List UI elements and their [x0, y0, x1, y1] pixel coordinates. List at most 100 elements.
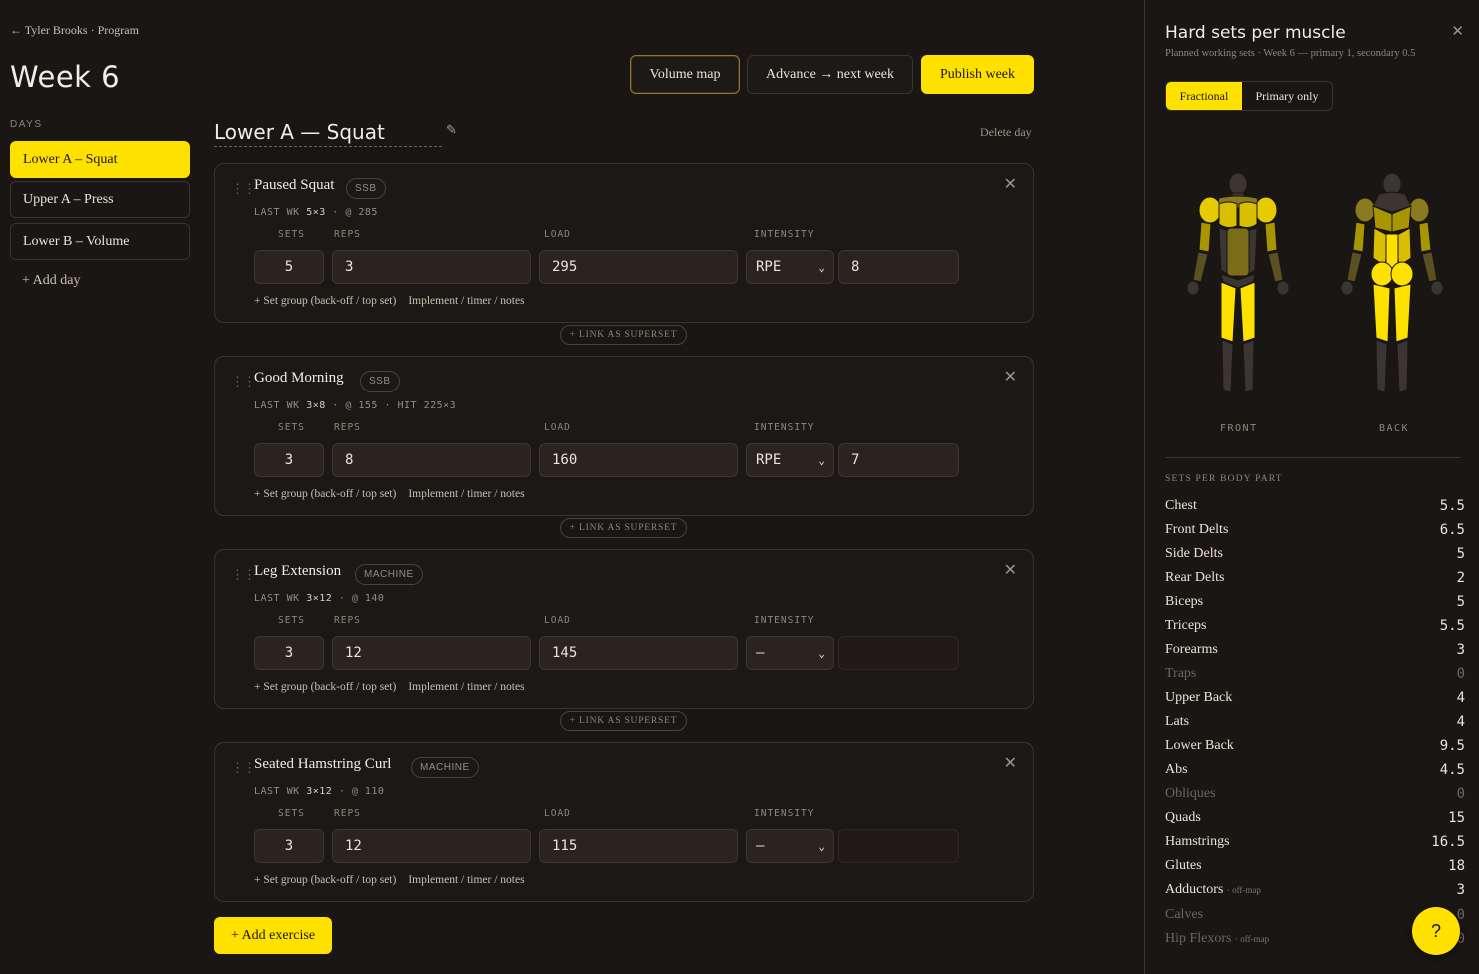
pencil-icon[interactable]: ✎: [446, 122, 457, 138]
intensity-label: INTENSITY: [754, 808, 815, 819]
body-part-name: Rear Delts: [1165, 570, 1225, 585]
day-title-input[interactable]: Lower A — Squat: [214, 120, 442, 147]
exercise-name[interactable]: Good Morning: [254, 370, 344, 387]
intensity-type-value: RPE: [756, 259, 782, 275]
intensity-type-select[interactable]: – ⌄: [746, 829, 834, 863]
reps-input[interactable]: 8: [332, 443, 531, 477]
body-part-name: Upper Back: [1165, 690, 1233, 705]
off-map-note: · off-map: [1226, 885, 1261, 895]
set-group-link[interactable]: + Set group (back-off / top set): [254, 681, 396, 693]
intensity-type-value: RPE: [756, 452, 782, 468]
day-item-lower-b[interactable]: Lower B – Volume: [10, 223, 190, 260]
sets-input[interactable]: 3: [254, 829, 324, 863]
breadcrumb[interactable]: ← Tyler Brooks · Program: [10, 23, 139, 38]
exercise-name[interactable]: Paused Squat: [254, 177, 334, 194]
intensity-type-select[interactable]: RPE ⌄: [746, 443, 834, 477]
body-part-value: 0: [1456, 786, 1465, 802]
link-superset-button[interactable]: + LINK AS SUPERSET: [560, 325, 687, 345]
sets-label: SETS: [278, 422, 305, 433]
exercise-tag: SSB: [360, 371, 400, 392]
primary-only-toggle[interactable]: Primary only: [1242, 82, 1332, 110]
intensity-label: INTENSITY: [754, 229, 815, 240]
close-icon[interactable]: ✕: [1004, 174, 1017, 193]
body-part-name: Chest: [1165, 498, 1197, 513]
drag-handle-icon[interactable]: ⋮⋮: [231, 761, 256, 774]
implement-link[interactable]: Implement / timer / notes: [408, 295, 524, 307]
fractional-toggle[interactable]: Fractional: [1166, 82, 1242, 110]
volume-map-button[interactable]: Volume map: [630, 55, 740, 94]
load-input[interactable]: 295: [539, 250, 738, 284]
close-icon[interactable]: ✕: [1004, 560, 1017, 579]
last-week-summary: LAST WK 3×8 · @ 155 · HIT 225×3: [254, 400, 457, 411]
body-part-name: Hamstrings: [1165, 834, 1230, 849]
sets-label: SETS: [278, 229, 305, 240]
delete-day-button[interactable]: Delete day: [980, 125, 1032, 140]
intensity-type-select[interactable]: – ⌄: [746, 636, 834, 670]
reps-label: REPS: [334, 229, 361, 240]
body-part-value: 3: [1456, 882, 1465, 898]
body-part-row: Biceps 5: [1165, 590, 1465, 614]
intensity-value-input[interactable]: 8: [838, 250, 959, 284]
intensity-value-input[interactable]: [838, 829, 959, 863]
intensity-value-input[interactable]: 7: [838, 443, 959, 477]
exercise-tag: MACHINE: [355, 564, 423, 585]
intensity-type-select[interactable]: RPE ⌄: [746, 250, 834, 284]
load-input[interactable]: 160: [539, 443, 738, 477]
implement-link[interactable]: Implement / timer / notes: [408, 488, 524, 500]
close-icon[interactable]: ✕: [1004, 367, 1017, 386]
add-exercise-button[interactable]: + Add exercise: [214, 917, 332, 954]
body-part-value: 16.5: [1431, 834, 1465, 850]
day-item-upper-a[interactable]: Upper A – Press: [10, 181, 190, 218]
publish-week-button[interactable]: Publish week: [921, 55, 1034, 94]
reps-input[interactable]: 3: [332, 250, 531, 284]
load-input[interactable]: 145: [539, 636, 738, 670]
body-front-figure: [1186, 172, 1290, 393]
load-label: LOAD: [544, 808, 571, 819]
help-button[interactable]: ?: [1412, 907, 1460, 955]
exercise-name[interactable]: Seated Hamstring Curl: [254, 756, 391, 773]
body-part-row: Lats 4: [1165, 710, 1465, 734]
body-part-name: Glutes: [1165, 858, 1202, 873]
drag-handle-icon[interactable]: ⋮⋮: [231, 375, 256, 388]
card-links: + Set group (back-off / top set) Implemen…: [254, 488, 525, 500]
body-part-name: Biceps: [1165, 594, 1204, 609]
reps-input[interactable]: 12: [332, 829, 531, 863]
load-label: LOAD: [544, 615, 571, 626]
sets-input[interactable]: 3: [254, 636, 324, 670]
set-group-link[interactable]: + Set group (back-off / top set): [254, 488, 396, 500]
close-icon[interactable]: ✕: [1004, 753, 1017, 772]
load-input[interactable]: 115: [539, 829, 738, 863]
body-part-name-group: Hip Flexors · off-map: [1165, 931, 1269, 947]
body-part-row: Hamstrings 16.5: [1165, 830, 1465, 854]
intensity-value-input[interactable]: [838, 636, 959, 670]
chevron-down-icon: ⌄: [818, 646, 825, 660]
reps-label: REPS: [334, 808, 361, 819]
body-part-name: Traps: [1165, 666, 1197, 681]
chevron-down-icon: ⌄: [818, 839, 825, 853]
reps-input[interactable]: 12: [332, 636, 531, 670]
body-part-row: Traps 0: [1165, 662, 1465, 686]
set-group-link[interactable]: + Set group (back-off / top set): [254, 295, 396, 307]
sets-input[interactable]: 3: [254, 443, 324, 477]
body-part-name: Triceps: [1165, 618, 1207, 633]
drag-handle-icon[interactable]: ⋮⋮: [231, 568, 256, 581]
sets-input[interactable]: 5: [254, 250, 324, 284]
set-group-link[interactable]: + Set group (back-off / top set): [254, 874, 396, 886]
day-item-lower-a[interactable]: Lower A – Squat: [10, 141, 190, 178]
advance-week-button[interactable]: Advance → next week: [747, 55, 913, 94]
body-part-name: Obliques: [1165, 786, 1216, 801]
close-icon[interactable]: ✕: [1451, 22, 1464, 40]
exercise-name[interactable]: Leg Extension: [254, 563, 341, 580]
add-day-button[interactable]: + Add day: [22, 273, 80, 289]
link-superset-button[interactable]: + LINK AS SUPERSET: [560, 711, 687, 731]
body-part-row: Rear Delts 2: [1165, 566, 1465, 590]
implement-link[interactable]: Implement / timer / notes: [408, 681, 524, 693]
exercise-card: ⋮⋮ Seated Hamstring Curl MACHINE ✕ LAST …: [214, 742, 1034, 902]
body-part-value: 5: [1456, 546, 1465, 562]
body-part-name: Hip Flexors: [1165, 931, 1232, 946]
panel-subtitle: Planned working sets · Week 6 — primary …: [1165, 48, 1416, 59]
link-superset-button[interactable]: + LINK AS SUPERSET: [560, 518, 687, 538]
exercise-card: ⋮⋮ Leg Extension MACHINE ✕ LAST WK 3×12 …: [214, 549, 1034, 709]
drag-handle-icon[interactable]: ⋮⋮: [231, 182, 256, 195]
implement-link[interactable]: Implement / timer / notes: [408, 874, 524, 886]
